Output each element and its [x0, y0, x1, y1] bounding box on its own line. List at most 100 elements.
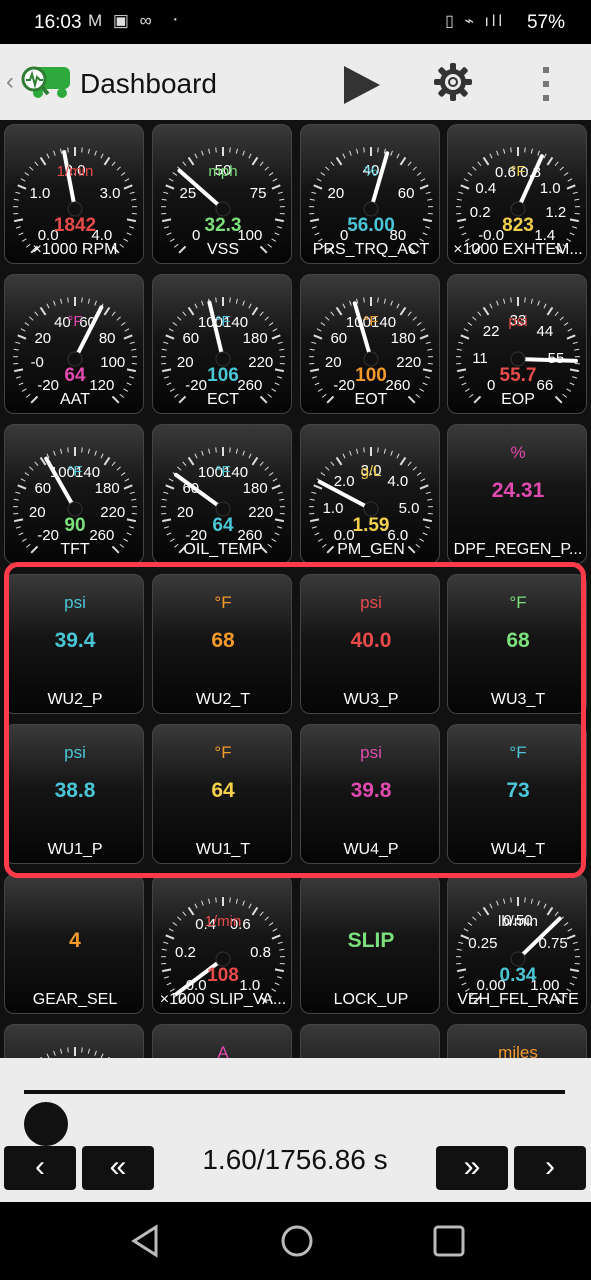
gauge-tile[interactable]: -0.0 0.2 0.4 0.6 0.8 1.0 1.2 1.4 °F 823 ×1000 EXHT…	[447, 124, 587, 264]
gauge-tick-mark	[215, 447, 217, 453]
tile-value: 24.31	[491, 479, 545, 502]
tile-unit: miles	[498, 1043, 538, 1058]
next-button[interactable]: ›	[514, 1146, 586, 1190]
gauge-tick-mark	[87, 448, 90, 454]
back-chevron-icon[interactable]: ‹	[6, 68, 14, 96]
gauge-tick-mark	[215, 897, 217, 903]
gauge-tile[interactable]: 0.0 1.0 2.0 3.0 4.0 5.0 6.0 g/L 1.59 PM_GEN	[300, 424, 440, 564]
tile-label: ECT	[207, 391, 239, 408]
gauge-tick-mark	[87, 298, 90, 304]
gauge-tick-mark	[342, 453, 346, 459]
gauge-tile[interactable]: 0.0 0.2 0.4 0.6 0.8 1.0 1/min 108 ×1000 SLIP_VA.…	[152, 874, 292, 1014]
gauge-tile[interactable]: A	[152, 1024, 292, 1058]
gauge-tick-mark	[377, 147, 379, 153]
gauge-tick-mark	[242, 450, 245, 456]
gauge-tick-mark	[17, 484, 27, 490]
gauge-tick-mark	[15, 191, 21, 195]
gauge-tick-mark	[129, 341, 135, 345]
gauge-tick-mark	[277, 341, 283, 345]
gauge-tick-mark	[390, 450, 393, 456]
tile-label: VSS	[206, 241, 239, 258]
gauge-tile[interactable]: 0 20 40 60 80% 56.00 PRS_TRQ_ACT	[300, 124, 440, 264]
gauge-tile[interactable]	[300, 1024, 440, 1058]
gauge-tick-mark	[60, 148, 63, 154]
gauge-tick-mark	[248, 303, 252, 309]
tile-unit: A	[217, 1043, 229, 1058]
gauge-tick-mark	[566, 184, 576, 190]
gauge-tile[interactable]: 0 25 50 75 100 mph 32.3 VSS	[152, 124, 292, 264]
gauge-value: 64	[212, 515, 234, 536]
gauge-unit: lb/min	[497, 913, 538, 930]
gauge-tile[interactable]: -20 20 60 100 140 180 220 260 °F 106 ECT	[152, 274, 292, 414]
gauge-tile[interactable]: -20 20 60 100 140 180 220 260 °F 90 TFT	[4, 424, 144, 564]
tile-value: 38.8	[54, 779, 96, 802]
gauge-tile[interactable]: psi 39.8 WU4_P	[300, 724, 440, 864]
gauge-hub	[215, 501, 231, 517]
gauge-tick-mark	[235, 898, 238, 904]
tile-value: 39.4	[54, 629, 96, 652]
overflow-menu-icon[interactable]	[536, 64, 556, 104]
notification-icons: M ▣ ∞	[88, 11, 155, 30]
gauge-tile[interactable]: SLIP LOCK_UP	[300, 874, 440, 1014]
gauge-tick-mark	[123, 334, 133, 340]
fast-forward-button[interactable]: »	[436, 1146, 508, 1190]
gauge-tick-mark	[208, 898, 211, 904]
gauge-tick-mark	[165, 934, 175, 940]
gauge-tick-label: 180	[242, 329, 268, 347]
gauge-tile[interactable]: 0 11 22 33 44 55 66 psi 55.7 EOP	[447, 274, 587, 414]
gauge-tick-label: 20	[327, 185, 345, 203]
rewind-button[interactable]: «	[82, 1146, 154, 1190]
previous-button[interactable]: ‹	[4, 1146, 76, 1190]
gauge-hub	[510, 351, 526, 367]
gauge-tick-mark	[510, 297, 512, 303]
gauge-tick-mark	[81, 147, 83, 153]
gauge-tile[interactable]: psi 40.0 WU3_P	[300, 574, 440, 714]
tile-label: WU1_P	[47, 841, 103, 858]
gauge-tick-mark	[67, 297, 69, 303]
gauge-tick-label: 60	[34, 479, 52, 497]
gauge-tile[interactable]: 4 GEAR_SEL	[4, 874, 144, 1014]
play-icon[interactable]	[340, 64, 382, 106]
status-bar: 16:03 M ▣ ∞ · ▯ ⌁ ıll 57%	[0, 0, 591, 44]
seek-bar[interactable]	[24, 1090, 565, 1146]
gauge-tick-mark	[419, 484, 429, 490]
gauge-tick-mark	[572, 941, 578, 945]
gauge-tile[interactable]: °F 64 WU1_T	[152, 724, 292, 864]
gauge-tick-mark	[53, 150, 56, 156]
gauge-tile[interactable]: -20 -0 20 40 60 80 100 120 °F 64 AAT	[4, 274, 144, 414]
gauge-hub	[67, 351, 83, 367]
app-logo-icon[interactable]	[18, 63, 74, 101]
gauge-tick-mark	[81, 297, 83, 303]
gauge-tile[interactable]: psi 38.8 WU1_P	[4, 724, 144, 864]
tile-label: WU1_T	[195, 841, 251, 858]
gauge-tile[interactable]: °F 68 WU2_T	[152, 574, 292, 714]
gauge-tick-mark	[543, 903, 547, 909]
gauge-tick-mark	[235, 448, 238, 454]
tile-unit: °F	[214, 743, 232, 762]
gauge-tick-mark	[194, 153, 198, 159]
gauge-tick-mark	[489, 903, 493, 909]
gauge-tile[interactable]: 0.0 1.0 2.0 3.0 4.0 1/min 1842 ×1000 RPM	[4, 124, 144, 264]
system-navigation-bar	[0, 1202, 591, 1280]
nav-back-icon[interactable]	[128, 1224, 162, 1258]
gauge-tile[interactable]: miles	[447, 1024, 587, 1058]
seek-thumb[interactable]	[24, 1102, 68, 1146]
gear-icon[interactable]	[432, 61, 474, 103]
nav-recents-icon[interactable]	[432, 1224, 466, 1258]
gauge-tile[interactable]: % 24.31 DPF_REGEN_P...	[447, 424, 587, 564]
nav-home-icon[interactable]	[280, 1224, 314, 1258]
gauge-tile[interactable]: °F 73 WU4_T	[447, 724, 587, 864]
gauge-tile[interactable]: 12.0	[4, 1024, 144, 1058]
tile-value: 40.0	[350, 629, 392, 652]
gauge-tick-mark	[81, 1047, 83, 1053]
gauge-tick-mark	[383, 298, 386, 304]
gauge-tile[interactable]: psi 39.4 WU2_P	[4, 574, 144, 714]
gauge-tile[interactable]: -20 20 60 100 140 180 220 260 °F 64 OIL_TEMP	[152, 424, 292, 564]
gauge-tick-mark	[342, 303, 346, 309]
gauge-tick-mark	[67, 447, 69, 453]
gauge-tile[interactable]: 0.00 0.25 0.50 0.75 1.00 lb/min 0.34 VEH_FEL_RA…	[447, 874, 587, 1014]
tile-value: 73	[506, 779, 530, 802]
gauge-tile[interactable]: -20 20 60 100 140 180 220 260 °F 100 EOT	[300, 274, 440, 414]
gauge-tick-mark	[161, 348, 167, 351]
gauge-tile[interactable]: °F 68 WU3_T	[447, 574, 587, 714]
